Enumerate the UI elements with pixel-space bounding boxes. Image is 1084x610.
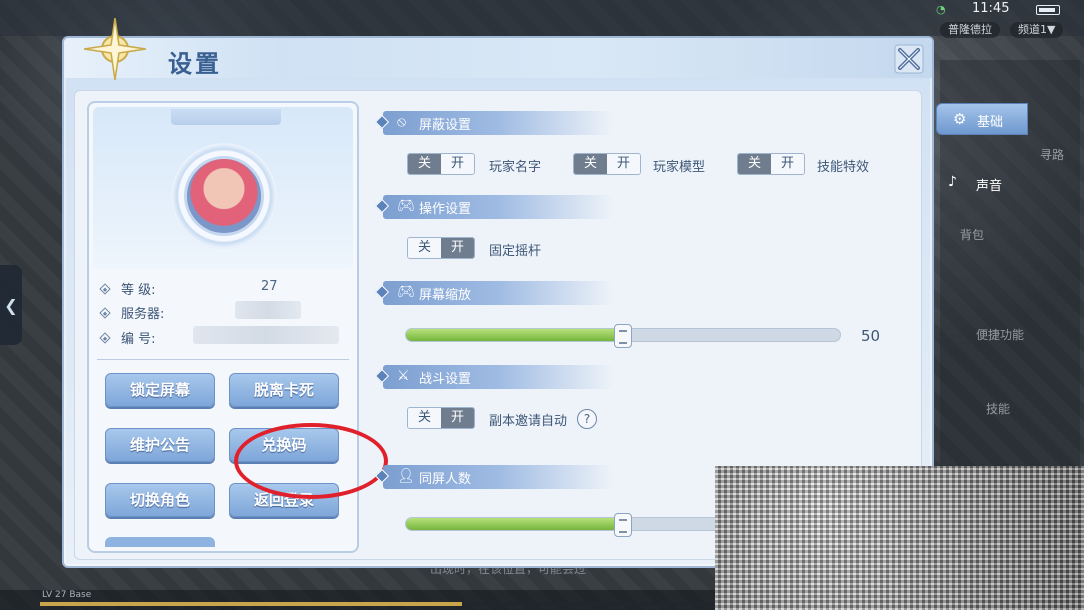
section-label: 战斗设置 [419, 372, 472, 387]
toggle-on: 开 [441, 238, 474, 258]
unstuck-button[interactable]: 脱离卡死 [229, 373, 339, 407]
toggle-off: 关 [408, 154, 441, 174]
level-row: 等 级: [99, 279, 156, 298]
diamond-bullet-icon [99, 282, 111, 295]
channel-pill[interactable]: 频道1▼ [1010, 22, 1064, 38]
tab-sound[interactable]: ♪ 声音 [948, 172, 1028, 196]
tab-sound-label: 声音 [976, 179, 1003, 194]
help-icon[interactable]: ? [577, 409, 597, 429]
lock-screen-button[interactable]: 锁定屏幕 [105, 373, 215, 407]
toggle-off: 关 [574, 154, 607, 174]
tab-basic-label: 基础 [977, 115, 1004, 130]
exp-fill [40, 602, 462, 606]
wifi-icon: ◔ [936, 3, 946, 16]
profile-banner [93, 107, 353, 269]
toggle-dungeon-invite[interactable]: 关 开 [407, 407, 475, 429]
id-row: 编 号: [99, 328, 156, 347]
block-icon: ⦸ [397, 114, 407, 130]
toggle-fixed-joystick[interactable]: 关 开 [407, 237, 475, 259]
toggle-off: 关 [408, 408, 441, 428]
highlight-circle [234, 423, 388, 499]
partial-button[interactable] [105, 537, 215, 547]
section-same-screen-count: 👤︎ 同屏人数 [374, 465, 613, 489]
diamond-bullet-icon [99, 306, 111, 319]
compass-star-icon [84, 18, 146, 80]
ghost-label: 技能 [986, 402, 1011, 416]
ghost-label: 背包 [960, 228, 985, 242]
sword-icon: ⚔ [397, 368, 410, 384]
diamond-icon [374, 114, 390, 130]
section-block-settings: ⦸ 屏蔽设置 [374, 111, 613, 135]
diamond-bullet-icon [99, 331, 111, 344]
gamepad-icon: 🎮︎ [397, 284, 415, 300]
left-expand-tab[interactable]: ❮ [0, 265, 22, 345]
dialog-title: 设置 [168, 49, 222, 78]
toggle-player-name[interactable]: 关 开 [407, 153, 475, 175]
id-label: 编 号: [121, 332, 156, 347]
toggle-skill-fx[interactable]: 关 开 [737, 153, 805, 175]
skill-fx-label: 技能特效 [817, 160, 870, 175]
level-value: 27 [261, 279, 278, 294]
battery-icon [1036, 5, 1060, 15]
section-screen-zoom: 🎮︎ 屏幕缩放 [374, 281, 613, 305]
zoom-slider[interactable] [405, 324, 841, 348]
chevron-left-icon: ❮ [4, 295, 18, 315]
dungeon-invite-label: 副本邀请自动 [489, 414, 568, 429]
gamepad-icon: 🎮︎ [397, 198, 415, 214]
player-name-label: 玩家名字 [489, 160, 542, 175]
section-combat-settings: ⚔ 战斗设置 [374, 365, 613, 389]
same-screen-slider-fill [406, 518, 623, 530]
toggle-on: 开 [441, 154, 474, 174]
maintenance-notice-button[interactable]: 维护公告 [105, 428, 215, 462]
top-status-bar: ◔ 11:45 普隆德拉 频道1▼ [0, 0, 1084, 38]
id-value [193, 326, 339, 344]
obscured-region [715, 466, 1084, 610]
ghost-label: 便捷功能 [976, 328, 1025, 342]
toggle-player-model[interactable]: 关 开 [573, 153, 641, 175]
section-label: 屏蔽设置 [419, 118, 472, 133]
section-label: 操作设置 [419, 202, 472, 217]
ghost-label: 寻路 [1040, 148, 1065, 162]
avatar [184, 156, 264, 236]
zoom-slider-fill [406, 329, 623, 341]
diamond-icon [374, 368, 390, 384]
diamond-icon [374, 284, 390, 300]
dialog-header: 设置 [64, 18, 932, 80]
server-value [235, 301, 301, 319]
server-label: 服务器: [121, 307, 165, 322]
player-name-bar [171, 109, 281, 125]
divider [97, 359, 349, 360]
zoom-slider-handle[interactable] [614, 324, 632, 348]
section-label: 同屏人数 [419, 472, 472, 487]
profile-panel: 等 级: 27 服务器: 编 号: 锁定屏幕 脱离卡死 维护公告 兑换码 切换角… [87, 101, 388, 553]
toggle-on: 开 [771, 154, 804, 174]
tab-basic[interactable]: ⚙ 基础 [936, 103, 1028, 135]
level-bar-label: LV 27 Base [42, 590, 92, 600]
music-note-icon: ♪ [948, 174, 957, 190]
server-row: 服务器: [99, 303, 165, 322]
gear-icon: ⚙ [953, 110, 967, 128]
zoom-value: 50 [861, 327, 881, 345]
diamond-icon [374, 198, 390, 214]
level-label: 等 级: [121, 283, 156, 298]
section-control-settings: 🎮︎ 操作设置 [374, 195, 613, 219]
status-time: 11:45 [972, 1, 1010, 16]
toggle-on: 开 [607, 154, 640, 174]
toggle-off: 关 [738, 154, 771, 174]
map-name-pill[interactable]: 普隆德拉 [940, 22, 1000, 38]
close-icon[interactable] [894, 44, 924, 74]
switch-role-button[interactable]: 切换角色 [105, 483, 215, 517]
toggle-on: 开 [441, 408, 474, 428]
player-model-label: 玩家模型 [653, 160, 706, 175]
same-screen-slider-handle[interactable] [614, 513, 632, 537]
toggle-off: 关 [408, 238, 441, 258]
fixed-joystick-label: 固定摇杆 [489, 244, 542, 259]
section-label: 屏幕缩放 [419, 288, 472, 303]
person-icon: 👤︎ [397, 468, 415, 484]
